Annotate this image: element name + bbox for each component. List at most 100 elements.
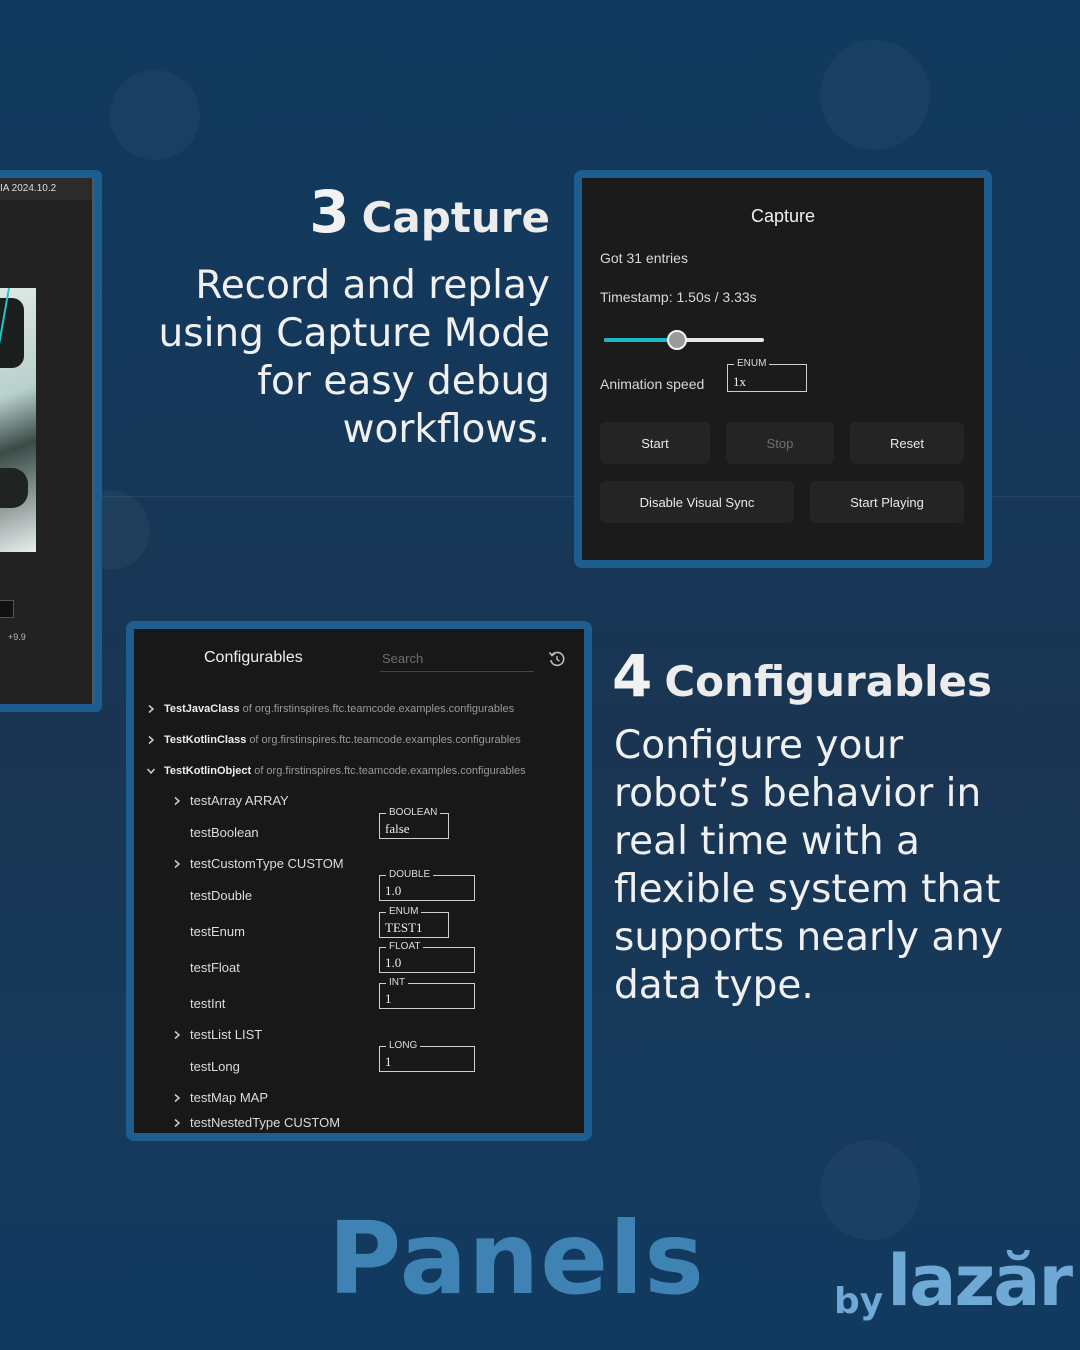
disable-visual-sync-button[interactable]: Disable Visual Sync [600, 481, 794, 523]
brand-by: by [834, 1281, 884, 1322]
background-decoration [110, 70, 200, 160]
long-input[interactable]: LONG 1 [379, 1040, 475, 1072]
reset-button[interactable]: Reset [850, 422, 964, 464]
section-4-description: Configure your robot’s behavior in real … [614, 722, 1003, 1010]
configurables-title: Configurables [204, 649, 303, 666]
field-row-expandable[interactable]: testArray ARRAY [172, 793, 289, 808]
field-name: testLong [190, 1059, 240, 1074]
section-4-line: flexible system that [614, 867, 1001, 912]
section-3-line: for easy debug [257, 359, 550, 404]
field-row: testDouble [190, 888, 252, 903]
field-row: testInt [190, 996, 225, 1011]
field-value: 1.0 [385, 955, 402, 970]
section-3-title: Capture [361, 193, 550, 242]
field-name: testInt [190, 996, 226, 1011]
section-4-line: supports nearly any [614, 915, 1004, 960]
slider-thumb[interactable] [667, 330, 687, 350]
field-row: testBoolean [190, 825, 259, 840]
class-package: of org.firstinspires.ftc.teamcode.exampl… [254, 765, 526, 777]
section-4-line: robot’s behavior in [614, 771, 982, 816]
field-name: testEnum [190, 924, 245, 939]
field-name: testArray ARRAY [190, 793, 289, 808]
field-type-label: BOOLEAN [386, 807, 441, 819]
field-name: testFloat [190, 960, 240, 975]
field-type-label: LONG [386, 1040, 421, 1052]
field-value: 1.0 [385, 883, 402, 898]
section-3-line: workflows. [342, 407, 550, 452]
section-4-heading: 4 Configurables [612, 642, 992, 710]
chevron-right-icon [174, 1030, 181, 1039]
class-package: of org.firstinspires.ftc.teamcode.exampl… [242, 703, 515, 715]
field-type-label: INT [386, 977, 409, 989]
class-name: TestJavaClass [164, 703, 240, 715]
field-name: testBoolean [190, 825, 259, 840]
left-field-view-window: IA 2024.10.2 +9.9 [0, 170, 102, 712]
scrollbar[interactable] [92, 178, 94, 704]
field-type-label: DOUBLE [386, 869, 434, 881]
color-swatch [0, 600, 14, 618]
chevron-right-icon [174, 1118, 181, 1127]
chevron-right-icon [148, 704, 155, 714]
class-row[interactable]: TestKotlinClass of org.firstinspires.ftc… [146, 734, 521, 746]
class-name: TestKotlinClass [164, 734, 247, 746]
slider-fill [604, 338, 676, 342]
left-stat-value: +9.9 [8, 632, 26, 642]
refresh-icon[interactable] [548, 650, 566, 668]
field-value: 1 [385, 1054, 392, 1069]
enum-select[interactable]: ENUM TEST1 [379, 906, 449, 938]
background-decoration [820, 1140, 920, 1240]
left-window-title: IA 2024.10.2 [0, 178, 94, 200]
field-name: testCustomType CUSTOM [190, 856, 344, 871]
float-input[interactable]: FLOAT 1.0 [379, 941, 475, 973]
field-row: testFloat [190, 960, 240, 975]
start-button[interactable]: Start [600, 422, 710, 464]
panels-wordmark: Panels [328, 1200, 705, 1317]
field-value: 1x [733, 374, 746, 389]
chevron-down-icon [146, 768, 156, 775]
field-row-expandable[interactable]: testList LIST [172, 1027, 262, 1042]
section-4-line: Configure your [614, 723, 904, 768]
capture-timestamp: Timestamp: 1.50s / 3.33s [600, 289, 757, 305]
chevron-right-icon [174, 859, 181, 868]
capture-title: Capture [750, 206, 816, 226]
int-input[interactable]: INT 1 [379, 977, 475, 1009]
field-row-expandable[interactable]: testMap MAP [172, 1090, 268, 1105]
field-value: TEST1 [385, 920, 423, 935]
field-type-label: ENUM [386, 906, 422, 918]
boolean-input[interactable]: BOOLEAN false [379, 807, 449, 839]
field-type-label: FLOAT [386, 941, 424, 953]
animation-speed-select[interactable]: ENUM 1x [727, 358, 807, 392]
field-name: testList LIST [190, 1027, 263, 1042]
field-name: testNestedType CUSTOM [190, 1115, 341, 1130]
field-row-expandable[interactable]: testCustomType CUSTOM [172, 856, 344, 871]
search-input[interactable] [380, 646, 534, 671]
capture-panel: Capture Got 31 entries Timestamp: 1.50s … [574, 170, 992, 568]
background-decoration [820, 40, 930, 150]
section-4-line: data type. [614, 963, 814, 1008]
section-4-number: 4 [612, 642, 653, 710]
class-package: of org.firstinspires.ftc.teamcode.exampl… [249, 734, 521, 746]
timestamp-slider[interactable] [604, 326, 766, 354]
field-value: false [385, 821, 410, 836]
class-name: TestKotlinObject [164, 765, 252, 777]
section-3-line: Record and replay [195, 263, 550, 308]
section-3-heading: 3 Capture [309, 178, 550, 246]
configurables-search[interactable] [380, 646, 534, 672]
capture-entries-count: Got 31 entries [600, 250, 688, 266]
field-value: 1 [385, 991, 392, 1006]
field-row-expandable[interactable]: testNestedType CUSTOM [172, 1115, 340, 1130]
class-row[interactable]: TestJavaClass of org.firstinspires.ftc.t… [146, 703, 514, 715]
field-type-label: ENUM [734, 358, 770, 370]
class-row[interactable]: TestKotlinObject of org.firstinspires.ft… [146, 765, 526, 777]
field-camera-view [0, 287, 36, 552]
start-playing-button[interactable]: Start Playing [810, 481, 964, 523]
section-4-line: real time with a [614, 819, 920, 864]
section-4-title: Configurables [664, 657, 993, 706]
configurables-panel: Configurables TestJavaClass of org.first… [126, 621, 592, 1141]
field-row: testLong [190, 1059, 240, 1074]
field-name: testMap MAP [190, 1090, 269, 1105]
stop-button[interactable]: Stop [726, 422, 834, 464]
double-input[interactable]: DOUBLE 1.0 [379, 869, 475, 901]
field-name: testDouble [190, 888, 253, 903]
section-3-line: using Capture Mode [158, 311, 550, 356]
